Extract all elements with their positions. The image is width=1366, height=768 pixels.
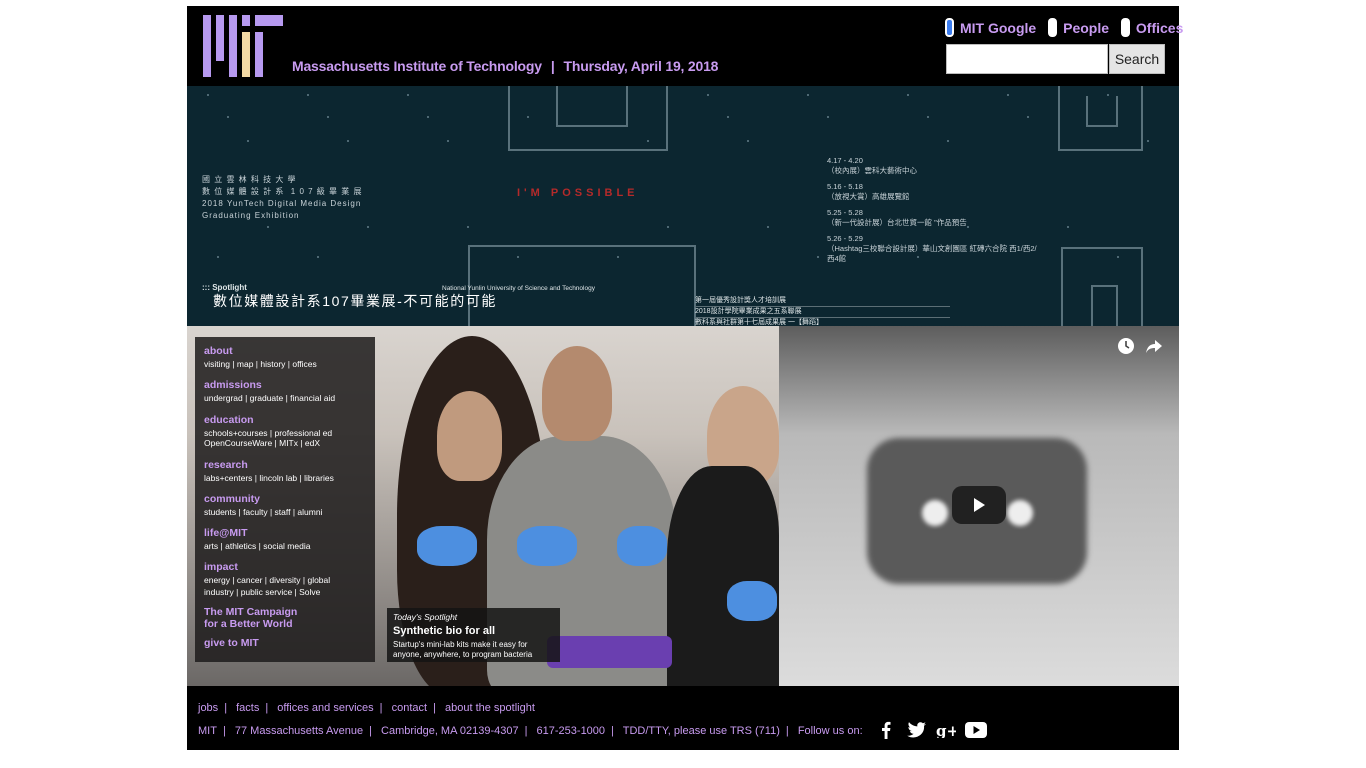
facebook-icon[interactable] (875, 721, 897, 739)
site-nav: about visiting | map | history | offices… (195, 337, 375, 662)
footer-link-about-spotlight[interactable]: about the spotlight (445, 702, 535, 714)
today-spotlight-desc: Startup's mini-lab kits make it easy for… (393, 640, 533, 659)
current-date: Thursday, April 19, 2018 (563, 58, 719, 74)
page-frame: Massachusetts Institute of Technology | Th… (187, 6, 1183, 750)
nav-heading-about[interactable]: about (204, 345, 233, 357)
nav-links-impact-2[interactable]: industry | public service | Solve (204, 587, 320, 597)
banner-events: 第一屆優秀設計獎人才培訓展 2018設計學院畢業成果之五系聯展 數科系與社群第十… (695, 296, 950, 326)
social-links: g+ (875, 721, 987, 739)
share-icon[interactable] (1145, 337, 1163, 355)
spotlight-photo[interactable]: about visiting | map | history | offices… (187, 326, 779, 686)
nav-heading-education[interactable]: education (204, 414, 254, 426)
footer-tty: TDD/TTY, please use TRS (711) (622, 725, 780, 737)
nav-campaign-2[interactable]: for a Better World (204, 618, 292, 630)
spotlight-title[interactable]: 數位媒體設計系107畢業展-不可能的可能 (213, 291, 497, 311)
search-option-mit-google[interactable]: MIT Google (945, 18, 1036, 37)
nav-links-education-2[interactable]: OpenCourseWare | MITx | edX (204, 438, 320, 448)
clock-icon[interactable] (1117, 337, 1135, 355)
nav-links-impact[interactable]: energy | cancer | diversity | global (204, 575, 330, 585)
footer-link-contact[interactable]: contact (392, 702, 427, 714)
search-option-people[interactable]: People (1048, 18, 1109, 37)
video-player[interactable] (779, 326, 1179, 686)
video-thumbnail-dot (1007, 500, 1033, 526)
footer-street: 77 Massachusetts Avenue (234, 725, 364, 737)
radio-icon[interactable] (1048, 18, 1058, 37)
today-spotlight[interactable]: Today's Spotlight Synthetic bio for all … (387, 608, 560, 662)
youtube-icon[interactable] (965, 721, 987, 739)
nav-links-research[interactable]: labs+centers | lincoln lab | libraries (204, 473, 334, 483)
photo-glove (617, 526, 667, 566)
search-button[interactable]: Search (1109, 44, 1165, 74)
footer-link-jobs[interactable]: jobs (198, 702, 218, 714)
photo-figure (667, 466, 779, 686)
nav-campaign[interactable]: The MIT Campaign (204, 606, 297, 618)
photo-glove (517, 526, 577, 566)
banner-impossible-text: I'M POSSIBLE (517, 187, 639, 199)
google-plus-icon[interactable]: g+ (935, 721, 957, 739)
today-spotlight-title[interactable]: Synthetic bio for all (393, 625, 495, 637)
twitter-icon[interactable] (905, 721, 927, 739)
footer-link-facts[interactable]: facts (236, 702, 259, 714)
footer-follow: Follow us on: (797, 725, 863, 737)
radio-selected-icon[interactable] (945, 18, 954, 37)
play-icon (974, 498, 985, 512)
footer-link-offices[interactable]: offices and services (277, 702, 373, 714)
org-name[interactable]: Massachusetts Institute of Technology (292, 58, 542, 74)
banner-dates: 4.17 - 4.20 （校內展）雲科大藝術中心 5.16 - 5.18 （放視大賞… (827, 156, 1037, 263)
search-option-offices[interactable]: Offices (1120, 18, 1183, 37)
nav-links-about[interactable]: visiting | map | history | offices (204, 359, 317, 369)
photo-figure (437, 391, 502, 481)
banner-org-text: 國 立 雲 林 科 技 大 學 數 位 媒 體 設 計 系 1 0 7 級 畢 … (202, 175, 363, 220)
nav-heading-admissions[interactable]: admissions (204, 379, 262, 391)
site-footer: jobs | facts | offices and services | conta… (187, 686, 1179, 750)
nav-heading-community[interactable]: community (204, 493, 260, 505)
footer-mit[interactable]: MIT (198, 725, 217, 737)
footer-links: jobs | facts | offices and services | conta… (198, 702, 535, 714)
search-scope: MIT Google People Offices (945, 18, 1191, 40)
nav-links-community[interactable]: students | faculty | staff | alumni (204, 507, 322, 517)
spotlight-banner[interactable]: 國 立 雲 林 科 技 大 學 數 位 媒 體 設 計 系 1 0 7 級 畢 … (187, 86, 1179, 326)
nav-heading-research[interactable]: research (204, 459, 248, 471)
nav-links-admissions[interactable]: undergrad | graduate | financial aid (204, 393, 335, 403)
nav-heading-impact[interactable]: impact (204, 561, 238, 573)
nav-links-education[interactable]: schools+courses | professional ed (204, 428, 332, 438)
photo-kit (547, 636, 672, 668)
radio-icon[interactable] (1120, 18, 1130, 37)
photo-figure (542, 346, 612, 441)
nav-heading-life[interactable]: life@MIT (204, 527, 248, 539)
site-header: Massachusetts Institute of Technology | Th… (187, 6, 1183, 86)
search-input[interactable] (946, 44, 1108, 74)
today-spotlight-tag: Today's Spotlight (393, 612, 458, 622)
mit-logo[interactable] (203, 15, 283, 77)
nav-give[interactable]: give to MIT (204, 637, 259, 649)
footer-phone[interactable]: 617-253-1000 (537, 725, 606, 737)
footer-city: Cambridge, MA 02139-4307 (381, 725, 519, 737)
video-thumbnail-dot (922, 500, 948, 526)
footer-address: MIT | 77 Massachusetts Avenue | Cambridge,… (198, 725, 863, 737)
photo-glove (727, 581, 777, 621)
nav-links-life[interactable]: arts | athletics | social media (204, 541, 310, 551)
play-button[interactable] (952, 486, 1006, 524)
photo-glove (417, 526, 477, 566)
svg-text:g+: g+ (936, 722, 956, 738)
tagline: Massachusetts Institute of Technology | Th… (292, 58, 719, 74)
